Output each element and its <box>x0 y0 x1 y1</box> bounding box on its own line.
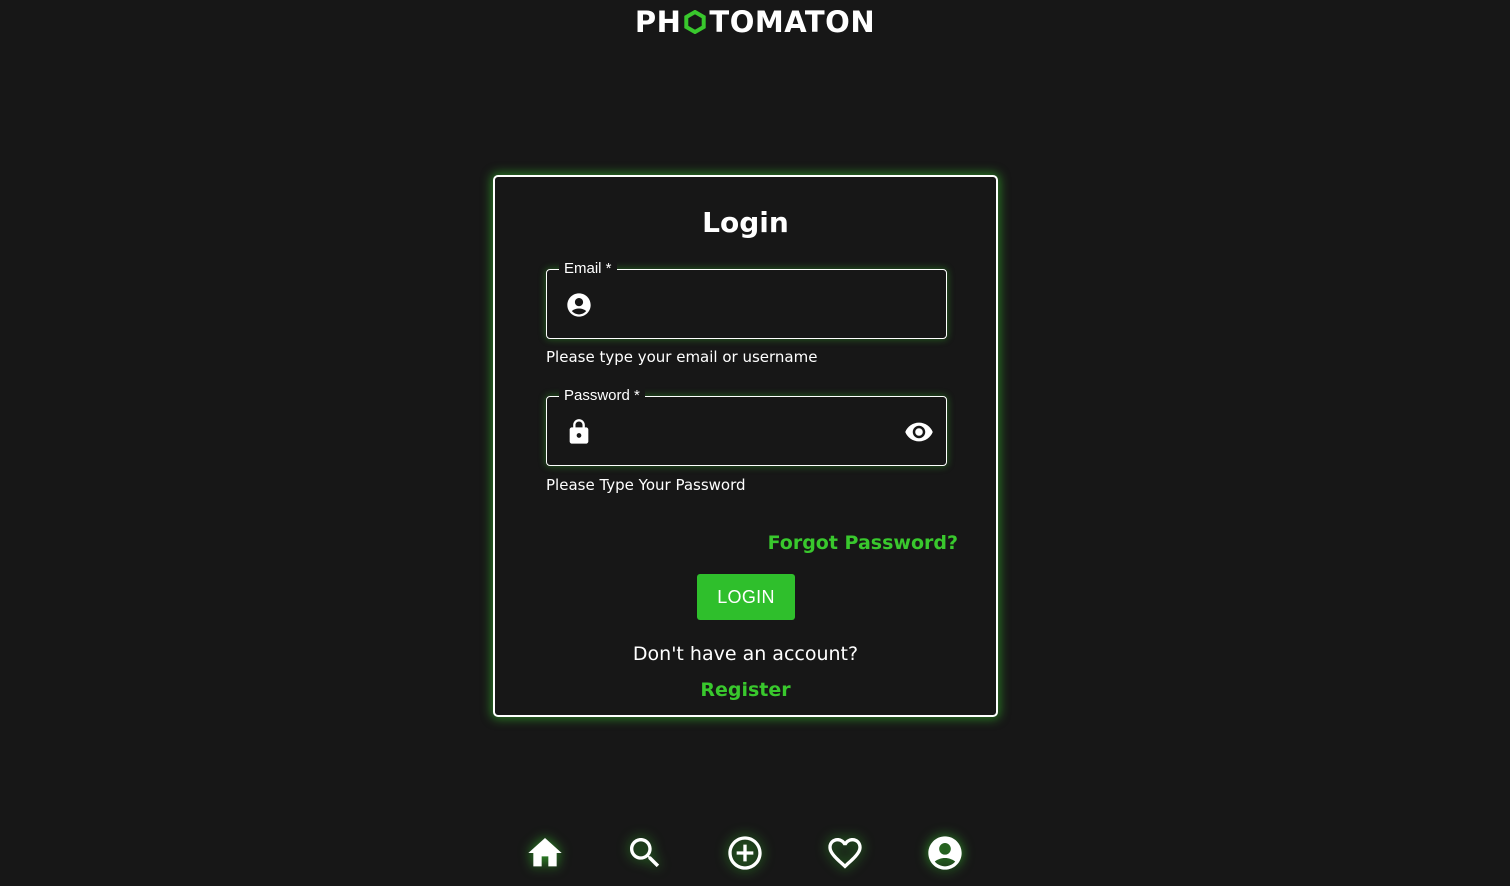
logo-text-start: PH <box>634 5 682 39</box>
eye-icon[interactable] <box>904 417 934 447</box>
email-helper-text: Please type your email or username <box>546 348 818 366</box>
login-card: Login Email * Please type your email or … <box>493 175 998 717</box>
lock-icon <box>569 419 589 444</box>
nav-search-button[interactable] <box>622 830 668 876</box>
heart-icon <box>828 838 862 869</box>
password-input[interactable] <box>607 407 886 455</box>
page: PH TOMATON Login Email * Please type you… <box>0 0 1510 886</box>
bottom-navigation <box>0 830 1510 876</box>
login-title: Login <box>702 206 789 239</box>
password-label: Password * <box>559 387 645 405</box>
app-logo[interactable]: PH TOMATON <box>0 4 1510 40</box>
forgot-password-link[interactable]: Forgot Password? <box>768 532 958 554</box>
nav-profile-button[interactable] <box>922 830 968 876</box>
register-link[interactable]: Register <box>495 679 996 701</box>
nav-add-button[interactable] <box>722 830 768 876</box>
login-button[interactable]: LOGIN <box>697 574 795 620</box>
no-account-text: Don't have an account? <box>632 643 859 665</box>
account-circle-icon <box>567 293 591 317</box>
search-icon <box>630 838 660 868</box>
email-field[interactable]: Email * <box>546 260 947 339</box>
home-icon <box>528 838 562 867</box>
email-label: Email * <box>559 260 617 278</box>
password-field[interactable]: Password * <box>546 387 947 466</box>
account-circle-icon <box>928 836 962 870</box>
logo-text-end: TOMATON <box>709 5 876 39</box>
nav-home-button[interactable] <box>522 830 568 876</box>
email-input[interactable] <box>607 280 886 328</box>
nav-favorites-button[interactable] <box>822 830 868 876</box>
logo-lens-icon <box>684 10 707 34</box>
password-helper-text: Please Type Your Password <box>546 476 746 494</box>
add-circle-icon <box>728 836 762 870</box>
